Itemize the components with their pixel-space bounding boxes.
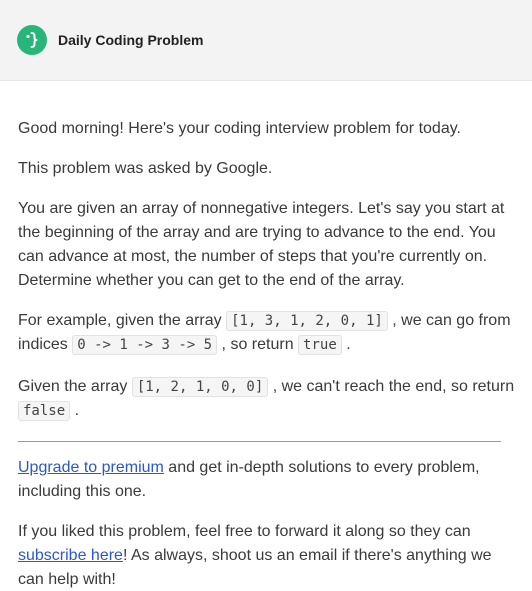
- subscribe-link[interactable]: subscribe here: [18, 547, 123, 564]
- curly-brace-logo-icon: [17, 25, 47, 55]
- example-2: Given the array [1, 2, 1, 0, 0] , we can…: [18, 375, 515, 423]
- asked-by-text: This problem was asked by Google.: [18, 160, 273, 177]
- closing-paragraph: If you liked this problem, feel free to …: [18, 520, 515, 591]
- example-1-path: 0 -> 1 -> 3 -> 5: [72, 335, 218, 355]
- example-1-suffix: .: [341, 336, 351, 353]
- example-1-array: [1, 3, 1, 2, 0, 1]: [226, 311, 388, 331]
- example-2-array: [1, 2, 1, 0, 0]: [131, 377, 269, 397]
- problem-statement: You are given an array of nonnegative in…: [18, 200, 505, 289]
- brand-title: Daily Coding Problem: [58, 32, 204, 48]
- example-1-prefix: For example, given the array: [18, 312, 227, 329]
- example-2-suffix: .: [70, 402, 80, 419]
- example-2-result: false: [18, 401, 71, 421]
- example-2-prefix: Given the array: [18, 378, 132, 395]
- example-1-middle2: , so return: [217, 336, 299, 353]
- example-1-result: true: [298, 335, 342, 355]
- email-body: Good morning! Here's your coding intervi…: [0, 81, 532, 591]
- premium-paragraph: Upgrade to premium and get in-depth solu…: [18, 456, 515, 504]
- closing-prefix: If you liked this problem, feel free to …: [18, 523, 471, 540]
- upgrade-premium-link[interactable]: Upgrade to premium: [18, 459, 164, 476]
- email-header: Daily Coding Problem: [0, 0, 532, 81]
- greeting-text: Good morning! Here's your coding intervi…: [18, 120, 461, 137]
- example-1: For example, given the array [1, 3, 1, 2…: [18, 309, 515, 357]
- section-divider: [18, 441, 501, 442]
- example-2-middle: , we can't reach the end, so return: [268, 378, 515, 395]
